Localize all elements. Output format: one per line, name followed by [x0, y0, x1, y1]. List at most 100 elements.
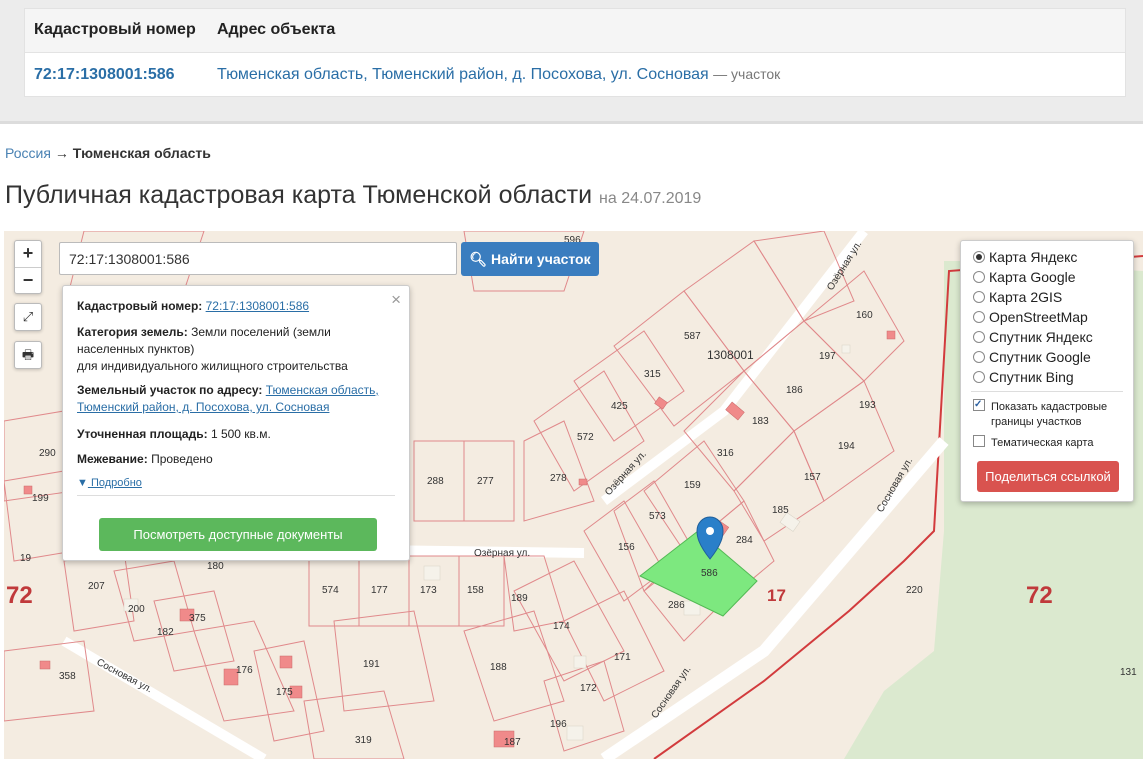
parcel-number-label: 375: [189, 613, 206, 624]
map-label-street-ozernaya-2: Озёрная ул.: [474, 548, 530, 559]
map-label-street-sosnovaya-3: Сосновая ул.: [95, 657, 154, 695]
results-table-header: Кадастровый номер Адрес объекта: [25, 9, 1125, 53]
parcel-number-label: 183: [752, 416, 769, 427]
layer-radio[interactable]: [973, 271, 985, 283]
parcel-number-label: 180: [207, 561, 224, 572]
parcel-number-label: 191: [363, 659, 380, 670]
zoom-out-button[interactable]: −: [15, 267, 41, 294]
find-parcel-label: Найти участок: [491, 250, 591, 267]
popup-category-row: Категория земель: Земли поселений (земли…: [77, 324, 348, 375]
view-documents-button[interactable]: Посмотреть доступные документы: [99, 518, 377, 551]
search-icon: 🔍︎: [469, 250, 488, 267]
cadastral-map[interactable]: 1308001 72 72 17 Озёрная ул. Озёрная ул.…: [4, 231, 1143, 759]
search-input[interactable]: [59, 242, 457, 275]
popup-area-label: Уточненная площадь:: [77, 427, 208, 441]
layer-radio[interactable]: [973, 331, 985, 343]
popup-survey-value: Проведено: [151, 452, 213, 466]
parcel-number-label: 171: [614, 652, 631, 663]
parcel-number-label: 196: [550, 719, 567, 730]
parcel-number-label: 572: [577, 432, 594, 443]
street-sosnovaya-left: [61, 636, 267, 759]
parcel-number-label: 574: [322, 585, 339, 596]
zoom-in-button[interactable]: +: [15, 241, 41, 267]
layer-option[interactable]: Спутник Яндекс: [973, 329, 1093, 345]
layer-option[interactable]: Карта Google: [973, 269, 1076, 285]
layer-option[interactable]: Спутник Bing: [973, 369, 1074, 385]
share-link-button[interactable]: Поделиться ссылкой: [977, 461, 1119, 492]
parcel-number-label: 189: [511, 593, 528, 604]
result-address-link[interactable]: Тюменская область, Тюменский район, д. П…: [217, 66, 709, 83]
parcel-number-label: 157: [804, 472, 821, 483]
popup-number-label: Кадастровый номер:: [77, 299, 203, 313]
layer-option-label: OpenStreetMap: [989, 309, 1088, 325]
popup-survey-label: Межевание:: [77, 452, 148, 466]
popup-category-label: Категория земель:: [77, 325, 188, 339]
show-borders-label-2: границы участков: [991, 416, 1082, 428]
layer-option-label: Карта 2GIS: [989, 289, 1063, 305]
parcel-number-label: 194: [838, 441, 855, 452]
close-icon[interactable]: ×: [391, 290, 401, 310]
layer-option-label: Спутник Google: [989, 349, 1091, 365]
parcel-number-label: 185: [772, 505, 789, 516]
parcel-number-label: 288: [427, 476, 444, 487]
layer-option[interactable]: Карта Яндекс: [973, 249, 1077, 265]
parcel-number-label: 425: [611, 401, 628, 412]
parcel-number-label: 176: [236, 665, 253, 676]
printer-icon: 🖶: [21, 347, 35, 362]
popup-number-link[interactable]: 72:17:1308001:586: [206, 299, 309, 313]
breadcrumb-current: Тюменская область: [72, 145, 211, 161]
show-borders-checkbox[interactable]: [973, 397, 985, 412]
layer-radio[interactable]: [973, 371, 985, 383]
parcel-number-label: 173: [420, 585, 437, 596]
details-toggle[interactable]: ▼ Подробно: [77, 477, 142, 489]
layers-divider: [971, 391, 1123, 392]
parcel-number-label: 358: [59, 671, 76, 682]
popup-address-link-1[interactable]: Тюменская область,: [266, 383, 379, 397]
popup-category-value-3: для индивидуального жилищного строительс…: [77, 359, 348, 373]
map-label-region-left: 72: [6, 582, 33, 609]
breadcrumb: Россия → Тюменская область: [5, 145, 211, 161]
layer-option-label: Карта Яндекс: [989, 249, 1078, 265]
fullscreen-button[interactable]: ⤢: [14, 303, 42, 331]
find-parcel-button[interactable]: 🔍︎ Найти участок: [461, 242, 599, 276]
parcel-number-label: 319: [355, 735, 372, 746]
results-panel: Кадастровый номер Адрес объекта 72:17:13…: [0, 0, 1143, 124]
layer-option[interactable]: OpenStreetMap: [973, 309, 1088, 325]
page-title-date: на 24.07.2019: [599, 190, 702, 207]
show-borders-option[interactable]: Показать кадастровые границы участков: [973, 397, 1108, 430]
parcel-number-label: 193: [859, 400, 876, 411]
popup-address-label: Земельный участок по адресу:: [77, 383, 263, 397]
parcel-number-label: 316: [717, 448, 734, 459]
parcel-number-label: 586: [701, 568, 718, 579]
parcel-number-label: 156: [618, 542, 635, 553]
print-button[interactable]: 🖶: [14, 341, 42, 369]
layer-option[interactable]: Карта 2GIS: [973, 289, 1062, 305]
popup-category-value-1: Земли поселений (земли: [191, 325, 331, 339]
parcel-number-label: 207: [88, 581, 105, 592]
result-address-cell: Тюменская область, Тюменский район, д. П…: [217, 66, 780, 84]
parcel-number-label: 174: [553, 621, 570, 632]
thematic-map-checkbox[interactable]: [973, 435, 985, 447]
layer-option-label: Спутник Bing: [989, 369, 1074, 385]
show-borders-label-1: Показать кадастровые: [991, 401, 1108, 413]
popup-address-link-2[interactable]: Тюменский район, д. Посохова, ул. Соснов…: [77, 400, 329, 414]
result-cadastral-number-link[interactable]: 72:17:1308001:586: [34, 66, 175, 84]
breadcrumb-root-link[interactable]: Россия: [5, 145, 51, 161]
parcel-number-label: 160: [856, 310, 873, 321]
layer-radio[interactable]: [973, 311, 985, 323]
page-title: Публичная кадастровая карта Тюменской об…: [5, 181, 701, 210]
layer-radio[interactable]: [973, 291, 985, 303]
map-label-district: 17: [767, 586, 786, 605]
parcel-number-label: 197: [819, 351, 836, 362]
layer-option[interactable]: Спутник Google: [973, 349, 1091, 365]
parcel-number-label: 172: [580, 683, 597, 694]
parcel-number-label: 277: [477, 476, 494, 487]
layer-radio[interactable]: [973, 351, 985, 363]
layer-option-label: Карта Google: [989, 269, 1076, 285]
layers-panel: Карта Яндекс Карта Google Карта 2GIS OpenSt…: [960, 240, 1134, 502]
map-label-quarter: 1308001: [707, 348, 754, 362]
layer-radio[interactable]: [973, 251, 985, 263]
result-object-type: — участок: [713, 66, 781, 82]
thematic-map-option[interactable]: Тематическая карта: [973, 435, 1093, 451]
parcel-number-label: 186: [786, 385, 803, 396]
